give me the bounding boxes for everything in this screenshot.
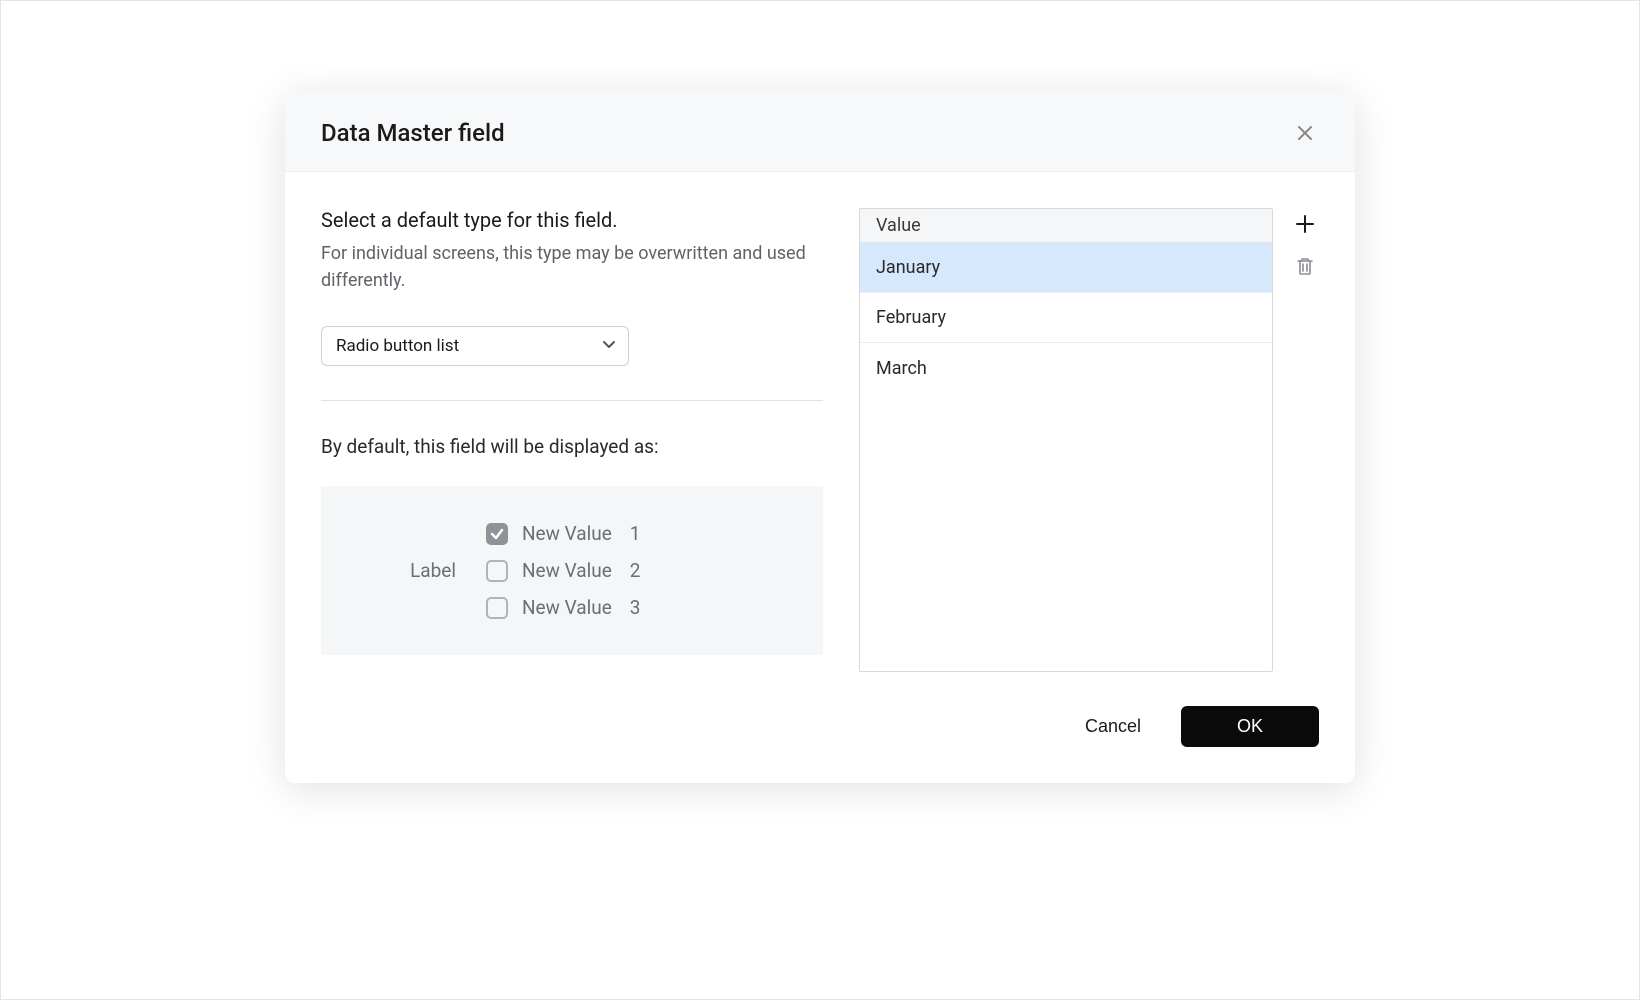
checkbox-row: New Value 3 <box>486 596 640 619</box>
ok-button[interactable]: OK <box>1181 706 1319 747</box>
checkbox[interactable] <box>486 523 508 545</box>
preview-row: Label New Value 1 New Value 2 New Value 3 <box>401 522 783 619</box>
preview-label: Label <box>401 559 456 582</box>
checkbox-row: New Value 2 <box>486 559 640 582</box>
value-list-item[interactable]: January <box>860 243 1272 293</box>
instruction-title: Select a default type for this field. <box>321 208 823 232</box>
type-select[interactable]: Radio button list <box>321 326 629 366</box>
data-master-field-dialog: Data Master field Select a default type … <box>285 91 1355 783</box>
value-list-header: Value <box>860 209 1272 243</box>
dialog-footer: Cancel OK <box>285 696 1355 783</box>
add-value-button[interactable] <box>1291 210 1319 238</box>
cancel-button[interactable]: Cancel <box>1085 716 1141 737</box>
type-select-value: Radio button list <box>321 326 629 366</box>
dialog-body: Select a default type for this field. Fo… <box>285 172 1355 696</box>
value-list-item[interactable]: March <box>860 343 1272 393</box>
left-column: Select a default type for this field. Fo… <box>321 208 823 672</box>
value-items-container: JanuaryFebruaryMarch <box>860 243 1272 393</box>
checkbox[interactable] <box>486 597 508 619</box>
plus-icon <box>1294 213 1316 235</box>
value-actions <box>1291 208 1319 672</box>
checkbox-row: New Value 1 <box>486 522 640 545</box>
close-button[interactable] <box>1291 119 1319 147</box>
checkbox-number: 2 <box>630 559 641 582</box>
preview-panel: Label New Value 1 New Value 2 New Value 3 <box>321 486 823 655</box>
checkbox[interactable] <box>486 560 508 582</box>
trash-icon <box>1295 256 1315 276</box>
close-icon <box>1296 124 1314 142</box>
checkbox-label: New Value <box>522 559 612 582</box>
divider <box>321 400 823 401</box>
value-list-item[interactable]: February <box>860 293 1272 343</box>
delete-value-button[interactable] <box>1291 252 1319 280</box>
checkbox-label: New Value <box>522 522 612 545</box>
dialog-title: Data Master field <box>321 119 505 147</box>
right-column: Value JanuaryFebruaryMarch <box>859 208 1319 672</box>
checkbox-number: 1 <box>630 522 641 545</box>
checkbox-group: New Value 1 New Value 2 New Value 3 <box>486 522 640 619</box>
checkbox-label: New Value <box>522 596 612 619</box>
check-icon <box>490 527 504 541</box>
instruction-subtitle: For individual screens, this type may be… <box>321 240 821 294</box>
dialog-header: Data Master field <box>285 91 1355 172</box>
value-list: Value JanuaryFebruaryMarch <box>859 208 1273 672</box>
checkbox-number: 3 <box>630 596 641 619</box>
displayed-as-label: By default, this field will be displayed… <box>321 435 823 458</box>
